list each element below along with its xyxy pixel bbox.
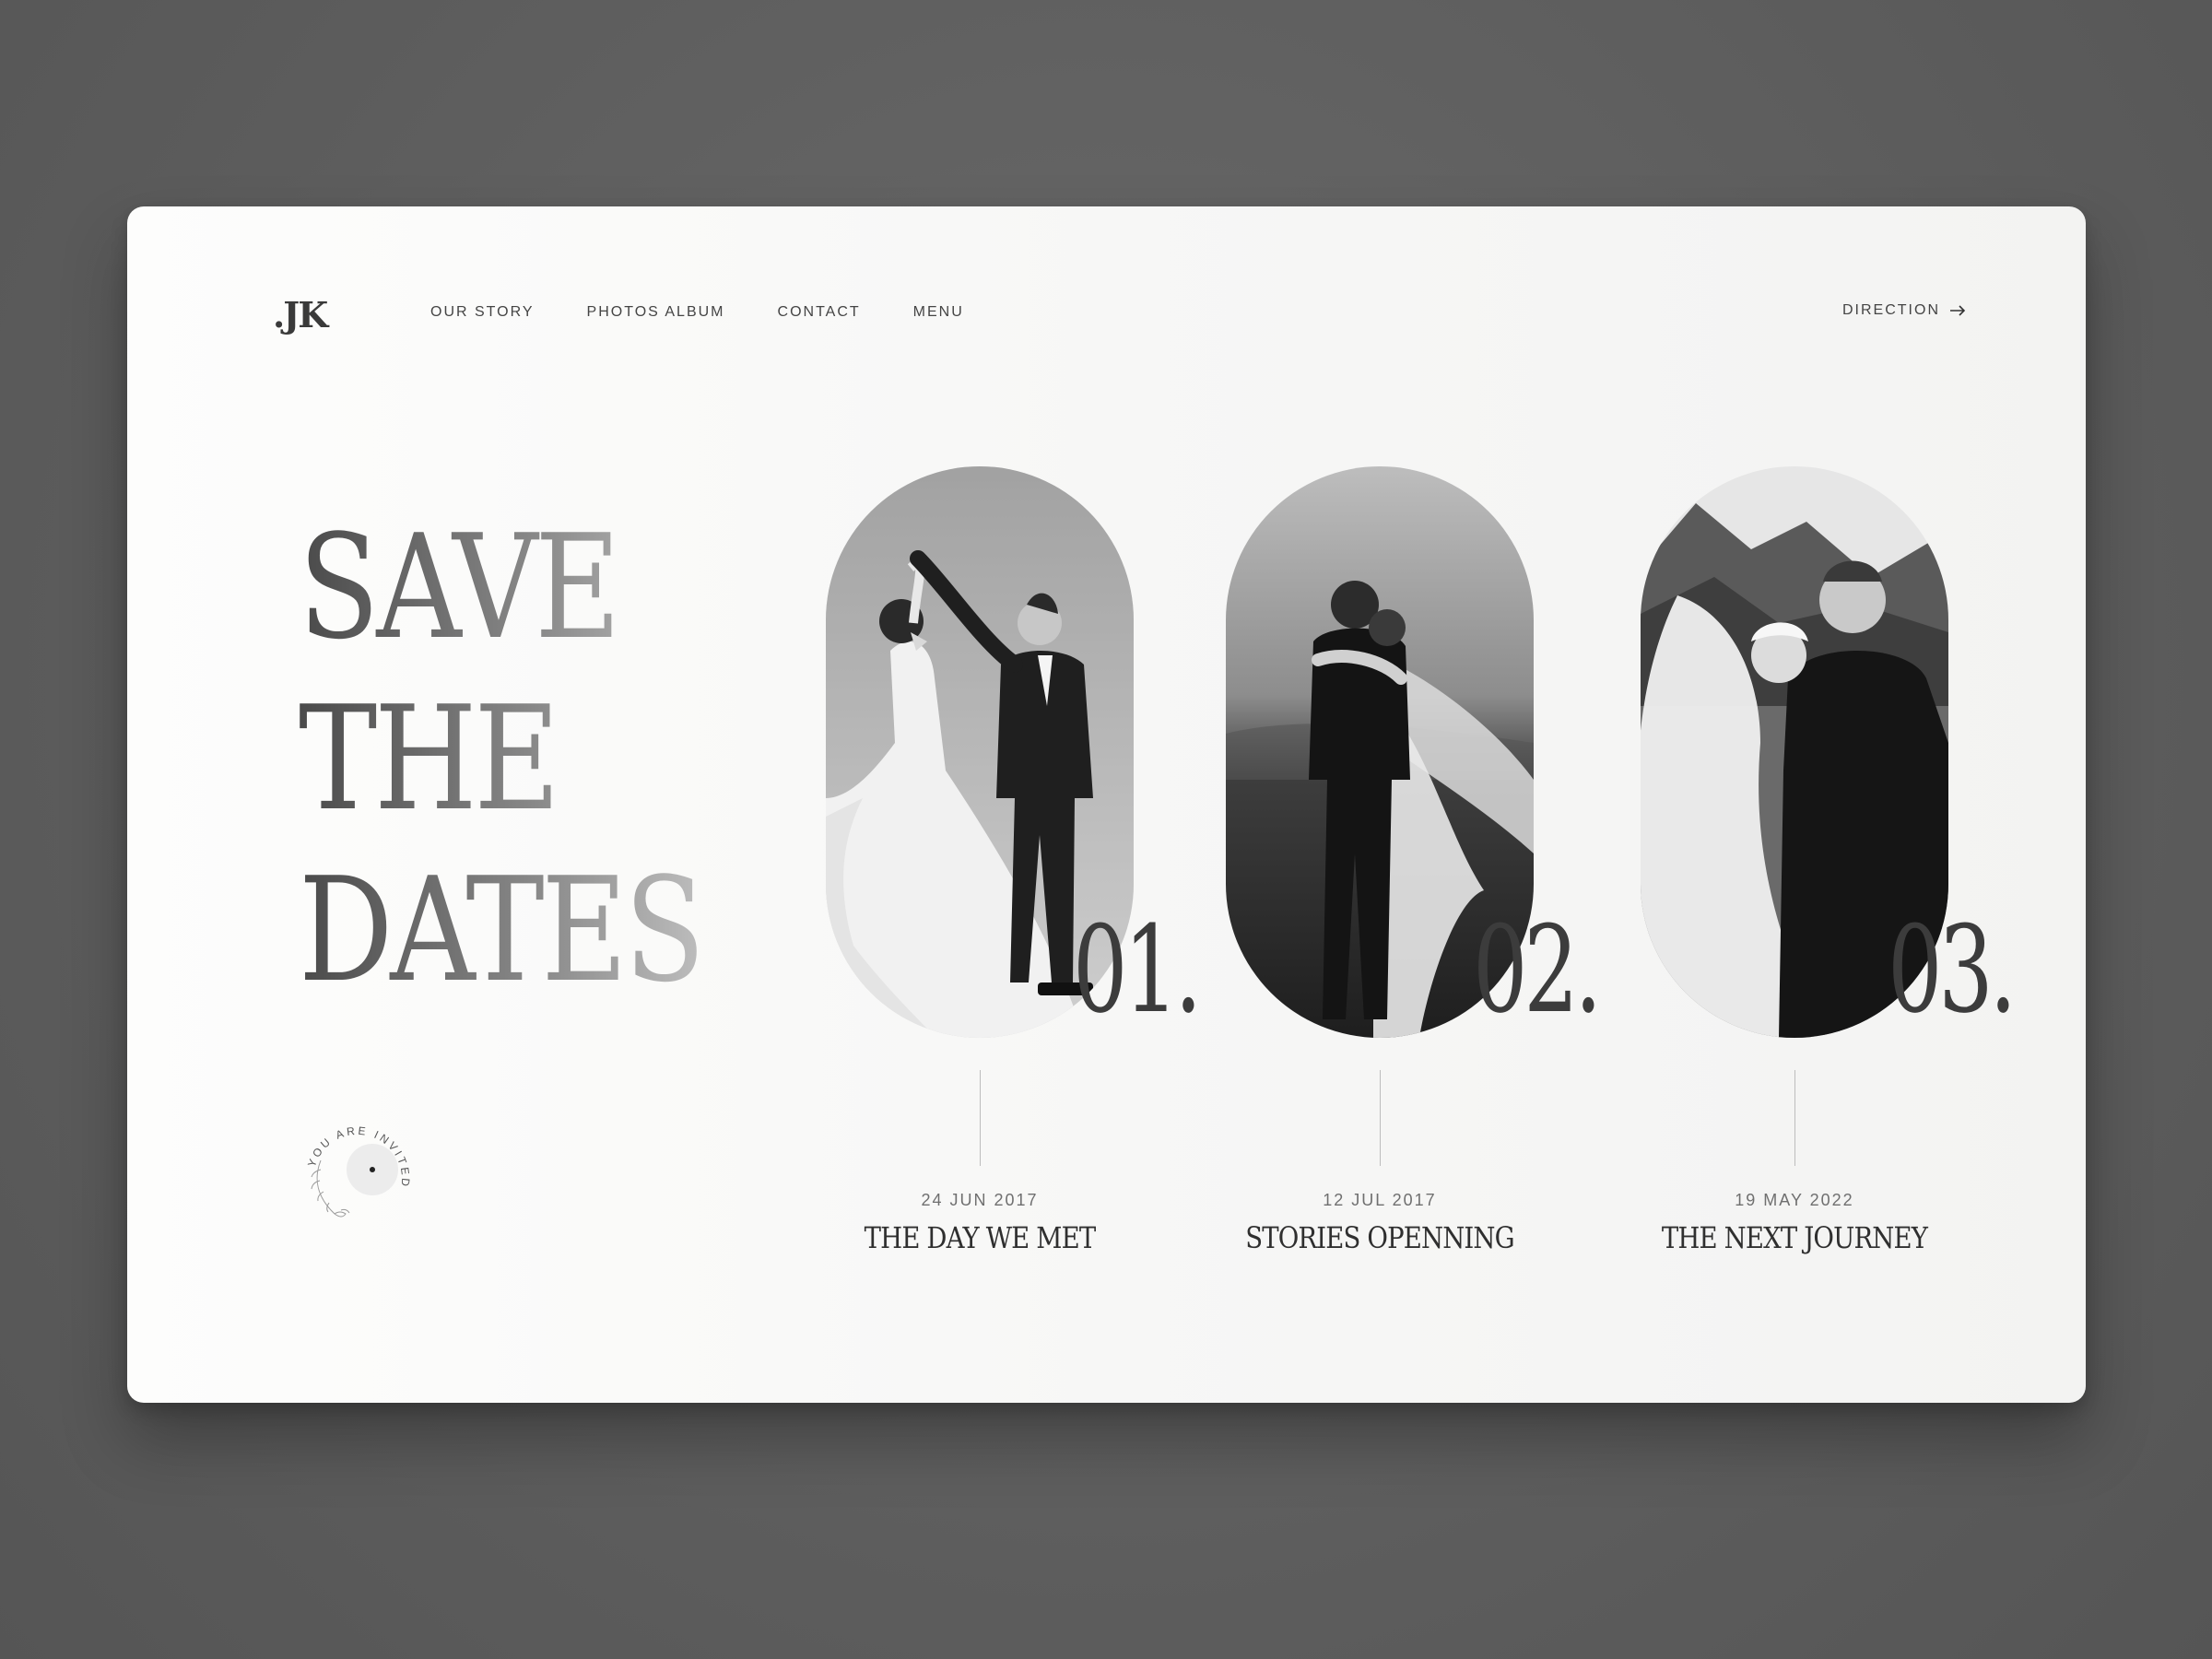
- moment-title-3[interactable]: THE NEXT JOURNEY: [1599, 1220, 1991, 1255]
- hero-line-1: SAVE: [299, 501, 702, 673]
- hero-headline: SAVE THE DATES: [299, 501, 705, 1016]
- brand-logo[interactable]: .JK: [273, 294, 328, 335]
- direction-label: DIRECTION: [1842, 302, 1940, 318]
- nav-photos-album[interactable]: PHOTOS ALBUM: [587, 304, 725, 321]
- moment-date-1: 24 JUN 2017: [921, 1191, 1039, 1209]
- nav-our-story[interactable]: OUR STORY: [430, 304, 535, 321]
- moment-divider-1: [980, 1070, 981, 1166]
- landing-card: .JK OUR STORY PHOTOS ALBUM CONTACT MENU …: [127, 206, 2086, 1403]
- nav-contact[interactable]: CONTACT: [778, 304, 861, 321]
- moment-divider-2: [1380, 1070, 1381, 1166]
- moment-title-2[interactable]: STORIES OPENNING: [1184, 1220, 1576, 1255]
- moment-date-2: 12 JUL 2017: [1323, 1191, 1437, 1209]
- hero-line-2: THE: [299, 673, 702, 844]
- nav-menu[interactable]: MENU: [913, 304, 964, 321]
- moment-number-3: 03.: [1888, 900, 2017, 1040]
- moment-number-1: 01.: [1073, 900, 1202, 1040]
- arrow-right-icon: [1949, 304, 1966, 317]
- moment-divider-3: [1794, 1070, 1795, 1166]
- invite-seal: YOU ARE INVITED: [293, 1114, 422, 1243]
- main-nav: OUR STORY PHOTOS ALBUM CONTACT MENU: [430, 304, 964, 321]
- moment-number-2: 02.: [1473, 900, 1602, 1040]
- hero-line-3: DATES: [299, 846, 705, 1014]
- floral-icon: [311, 1159, 350, 1218]
- moment-title-1[interactable]: THE DAY WE MET: [784, 1220, 1176, 1255]
- direction-link[interactable]: DIRECTION: [1842, 302, 1966, 319]
- moment-date-3: 19 MAY 2022: [1735, 1191, 1854, 1209]
